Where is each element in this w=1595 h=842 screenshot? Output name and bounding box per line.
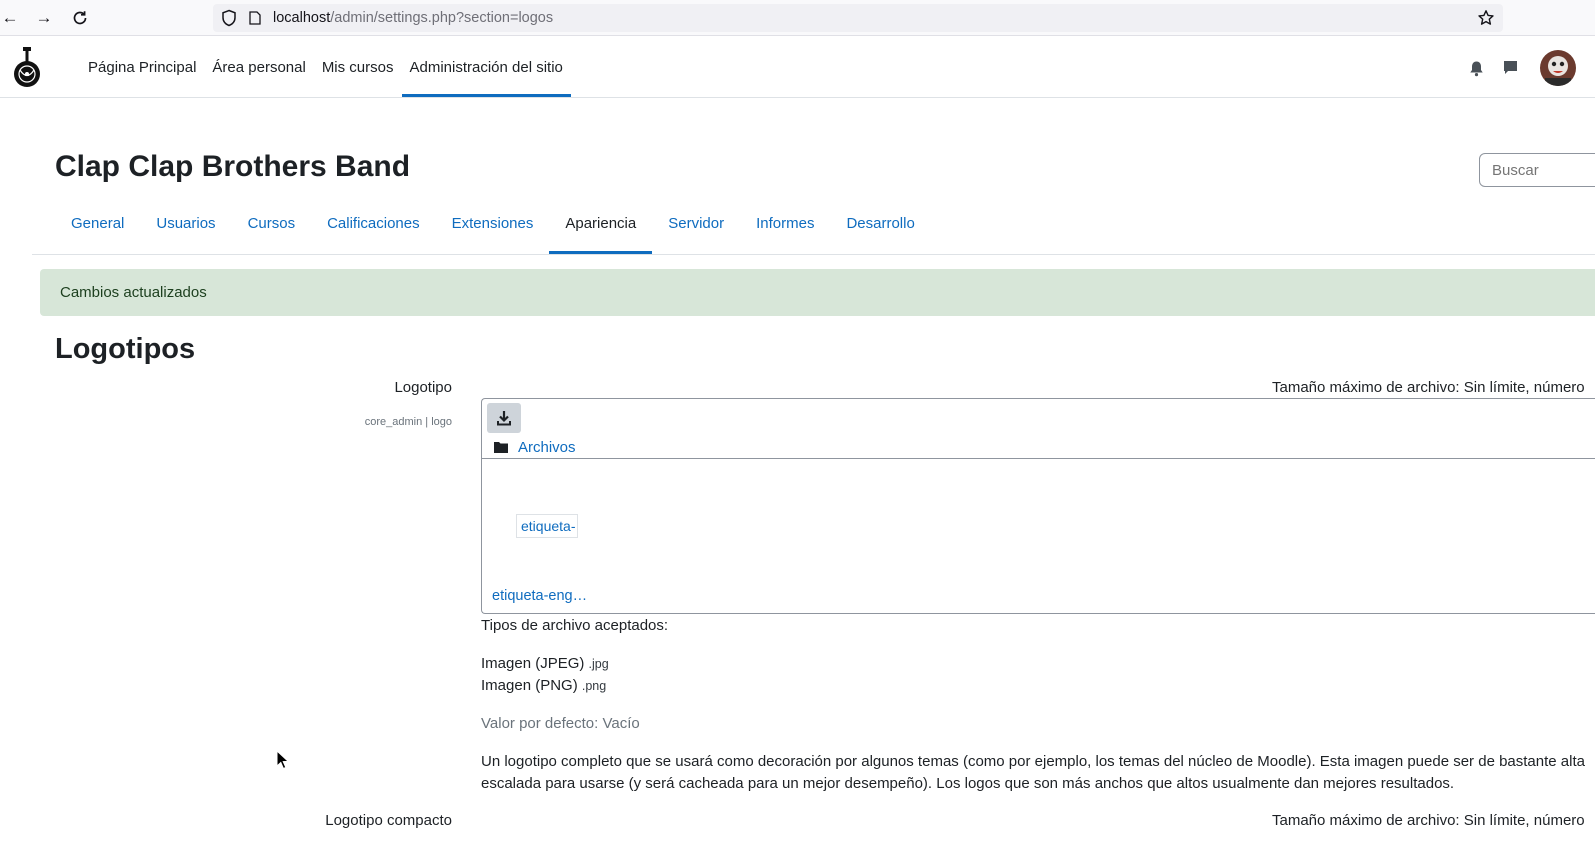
forward-arrow-icon[interactable]: → [34, 8, 54, 28]
admin-tabs: General Usuarios Cursos Calificaciones E… [32, 197, 1595, 255]
tab-server[interactable]: Servidor [652, 197, 740, 254]
tab-grades[interactable]: Calificaciones [311, 197, 436, 254]
tab-reports[interactable]: Informes [740, 197, 830, 254]
tab-users[interactable]: Usuarios [140, 197, 231, 254]
logo-setting-label: Logotipo [394, 379, 452, 396]
logo-max-size: Tamaño máximo de archivo: Sin límite, nú… [1272, 379, 1585, 396]
compact-logo-setting-label: Logotipo compacto [325, 812, 452, 829]
nav-item-dashboard[interactable]: Área personal [204, 37, 313, 97]
back-arrow-icon[interactable]: ← [0, 8, 20, 28]
accepted-types-title: Tipos de archivo aceptados: [481, 617, 669, 634]
file-thumbnail-label: etiqueta- [521, 518, 576, 534]
page-icon [249, 11, 261, 25]
compact-logo-max-size: Tamaño máximo de archivo: Sin límite, nú… [1272, 812, 1585, 829]
logo-setting-key: core_admin | logo [364, 416, 452, 428]
user-avatar[interactable] [1540, 50, 1576, 86]
setting-description: Un logotipo completo que se usará como d… [481, 753, 1585, 792]
tab-courses[interactable]: Cursos [232, 197, 312, 254]
search-input[interactable] [1479, 153, 1595, 187]
default-value: Valor por defecto: Vacío [481, 715, 640, 732]
reload-icon[interactable] [70, 8, 90, 28]
files-path-link[interactable]: Archivos [518, 439, 576, 456]
logo-filemanager: Archivos etiqueta- etiqueta-eng… [481, 398, 1595, 614]
success-alert: Cambios actualizados [40, 269, 1595, 316]
url-text[interactable]: localhost/admin/settings.php?section=log… [273, 10, 553, 26]
accepted-type-item: Imagen (JPEG) .jpg [481, 655, 609, 672]
file-thumbnail[interactable]: etiqueta- [516, 514, 578, 538]
bookmark-star-icon[interactable] [1477, 9, 1495, 27]
primary-navbar: Página Principal Área personal Mis curso… [0, 37, 1595, 98]
download-icon [497, 411, 511, 426]
tab-development[interactable]: Desarrollo [830, 197, 930, 254]
nav-item-my-courses[interactable]: Mis cursos [314, 37, 402, 97]
accepted-type-item: Imagen (PNG) .png [481, 677, 607, 694]
primary-nav: Página Principal Área personal Mis curso… [80, 37, 572, 97]
mouse-cursor-icon [276, 750, 290, 770]
page-title: Clap Clap Brothers Band [55, 150, 411, 183]
tab-general[interactable]: General [55, 197, 140, 254]
url-bar[interactable]: localhost/admin/settings.php?section=log… [213, 4, 1503, 32]
download-button[interactable] [487, 403, 521, 433]
folder-icon [494, 442, 508, 453]
shield-icon[interactable] [221, 9, 237, 27]
filemanager-path: Archivos [482, 435, 1595, 459]
browser-toolbar: ← → localhost/admin/settings.php?section… [0, 0, 1595, 36]
nav-item-site-admin[interactable]: Administración del sitio [401, 37, 572, 97]
file-name-link[interactable]: etiqueta-eng… [492, 588, 587, 604]
section-title: Logotipos [55, 333, 196, 365]
nav-item-home[interactable]: Página Principal [80, 37, 204, 97]
site-logo[interactable] [10, 45, 44, 91]
bell-icon[interactable] [1469, 60, 1484, 77]
tab-appearance[interactable]: Apariencia [549, 197, 653, 254]
tab-plugins[interactable]: Extensiones [436, 197, 550, 254]
chat-icon[interactable] [1502, 59, 1519, 76]
